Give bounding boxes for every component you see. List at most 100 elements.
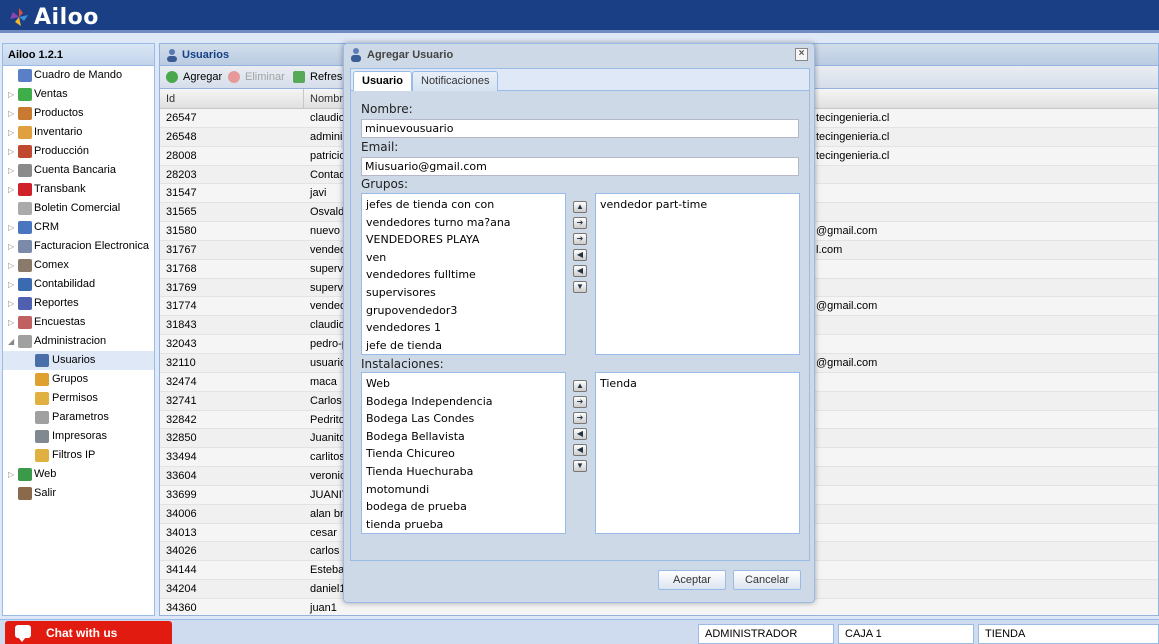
sidebar-item-administracion[interactable]: ◢ Administracion xyxy=(3,332,154,351)
expand-arrow-icon[interactable]: ▷ xyxy=(8,85,14,104)
sidebar-item-transbank[interactable]: ▷ Transbank xyxy=(3,180,154,199)
expand-arrow-icon[interactable]: ◢ xyxy=(8,332,14,351)
expand-arrow-icon[interactable]: ▷ xyxy=(8,218,14,237)
sidebar-item-label: CRM xyxy=(34,221,60,233)
sidebar-item-filtros-ip[interactable]: Filtros IP xyxy=(3,446,154,465)
sidebar-item-comex[interactable]: ▷ Comex xyxy=(3,256,154,275)
sidebar-item-ventas[interactable]: ▷ Ventas xyxy=(3,85,154,104)
remove-all-icon[interactable]: ◀ xyxy=(573,444,587,456)
add-all-icon[interactable]: ➔ xyxy=(573,412,587,424)
move-bottom-icon[interactable]: ▼ xyxy=(573,281,587,293)
sidebar-item-productos[interactable]: ▷ Productos xyxy=(3,104,154,123)
list-item[interactable]: Bodega Bellavista xyxy=(362,428,565,446)
expand-arrow-icon[interactable]: ▷ xyxy=(8,180,14,199)
list-item[interactable]: Tienda Huechuraba xyxy=(362,463,565,481)
instalaciones-move-buttons: ▲ ➔ ➔ ◀ ◀ ▼ xyxy=(573,380,587,476)
expand-arrow-icon[interactable]: ▷ xyxy=(8,256,14,275)
move-top-icon[interactable]: ▲ xyxy=(573,380,587,392)
sidebar-item-inventario[interactable]: ▷ Inventario xyxy=(3,123,154,142)
sidebar-item-salir[interactable]: Salir xyxy=(3,484,154,503)
close-button[interactable]: × xyxy=(795,48,808,61)
chat-widget[interactable]: Chat with us xyxy=(5,621,172,644)
list-item[interactable]: Bodega Las Condes xyxy=(362,410,565,428)
ailoo-logo[interactable]: Ailoo xyxy=(8,4,99,30)
sidebar-item-parametros[interactable]: Parametros xyxy=(3,408,154,427)
remove-icon[interactable]: ◀ xyxy=(573,249,587,261)
produccion-icon xyxy=(18,145,32,158)
sidebar-item-label: Filtros IP xyxy=(52,449,96,461)
dialog-title: Agregar Usuario xyxy=(367,49,454,61)
instalaciones-available-list[interactable]: Web Bodega Independencia Bodega Las Condes… xyxy=(361,372,566,534)
instalaciones-selected-list[interactable]: Tienda xyxy=(595,372,800,534)
tab-notificaciones[interactable]: Notificaciones xyxy=(412,71,499,92)
productos-icon xyxy=(18,107,32,120)
add-all-icon[interactable]: ➔ xyxy=(573,233,587,245)
instalaciones-label: Instalaciones: xyxy=(361,357,444,371)
move-top-icon[interactable]: ▲ xyxy=(573,201,587,213)
expand-arrow-icon[interactable]: ▷ xyxy=(8,142,14,161)
sidebar-item-label: Web xyxy=(34,468,57,480)
list-item[interactable]: vendedores 1 xyxy=(362,319,565,337)
list-item[interactable]: Tienda Chicureo xyxy=(362,445,565,463)
nombre-input[interactable]: minuevousuario xyxy=(361,119,799,138)
group-icon xyxy=(35,373,49,386)
sidebar-item-web[interactable]: ▷ Web xyxy=(3,465,154,484)
move-bottom-icon[interactable]: ▼ xyxy=(573,460,587,472)
nombre-label: Nombre: xyxy=(361,102,413,116)
dialog-titlebar[interactable]: Agregar Usuario × xyxy=(344,44,814,66)
expand-arrow-icon[interactable]: ▷ xyxy=(8,275,14,294)
sidebar-item-facturacion-electronica[interactable]: ▷ Facturacion Electronica xyxy=(3,237,154,256)
sidebar-item-label: Inventario xyxy=(34,126,83,138)
list-item[interactable]: VENDEDORES PLAYA xyxy=(362,231,565,249)
cancel-button[interactable]: Cancelar xyxy=(733,570,801,590)
expand-arrow-icon[interactable]: ▷ xyxy=(8,313,14,332)
list-item[interactable]: vendedores fulltime xyxy=(362,266,565,284)
list-item[interactable]: vendedor part-time xyxy=(596,196,799,214)
remove-all-icon[interactable]: ◀ xyxy=(573,265,587,277)
list-item[interactable]: vendedores turno ma?ana xyxy=(362,214,565,232)
sidebar-item-crm[interactable]: ▷ CRM xyxy=(3,218,154,237)
list-item[interactable]: Bodega Independencia xyxy=(362,393,565,411)
sidebar-item-cuadro-de-mando[interactable]: Cuadro de Mando xyxy=(3,66,154,85)
list-item[interactable]: jefes de tienda con con xyxy=(362,196,565,214)
accept-button[interactable]: Aceptar xyxy=(658,570,726,590)
sidebar-item-grupos[interactable]: Grupos xyxy=(3,370,154,389)
expand-arrow-icon[interactable]: ▷ xyxy=(8,161,14,180)
list-item[interactable]: supervisores xyxy=(362,284,565,302)
grupos-selected-list[interactable]: vendedor part-time xyxy=(595,193,800,355)
list-item[interactable]: motomundi xyxy=(362,481,565,499)
list-item[interactable]: tienda prueba xyxy=(362,516,565,533)
ventas-icon xyxy=(18,88,32,101)
expand-arrow-icon[interactable]: ▷ xyxy=(8,123,14,142)
sidebar-item-permisos[interactable]: Permisos xyxy=(3,389,154,408)
expand-arrow-icon[interactable]: ▷ xyxy=(8,104,14,123)
sidebar-item-label: Reportes xyxy=(34,297,79,309)
list-item[interactable]: bodega de prueba xyxy=(362,498,565,516)
list-item[interactable]: grupovendedor3 xyxy=(362,302,565,320)
logo-text: Ailoo xyxy=(34,4,99,30)
sidebar-item-contabilidad[interactable]: ▷ Contabilidad xyxy=(3,275,154,294)
grupos-available-list[interactable]: jefes de tienda con con vendedores turno … xyxy=(361,193,566,355)
expand-arrow-icon[interactable]: ▷ xyxy=(8,294,14,313)
list-item[interactable]: Tienda xyxy=(596,375,799,393)
sidebar-item-boletin-comercial[interactable]: Boletin Comercial xyxy=(3,199,154,218)
gear-icon xyxy=(18,335,32,348)
sidebar-item-producci-n[interactable]: ▷ Producción xyxy=(3,142,154,161)
sidebar-item-encuestas[interactable]: ▷ Encuestas xyxy=(3,313,154,332)
remove-icon[interactable]: ◀ xyxy=(573,428,587,440)
add-icon[interactable]: ➔ xyxy=(573,396,587,408)
sidebar-item-impresoras[interactable]: Impresoras xyxy=(3,427,154,446)
sidebar-item-label: Salir xyxy=(34,487,57,499)
sidebar-item-usuarios[interactable]: Usuarios xyxy=(3,351,154,370)
expand-arrow-icon[interactable]: ▷ xyxy=(8,465,14,484)
expand-arrow-icon[interactable]: ▷ xyxy=(8,237,14,256)
email-input[interactable]: Miusuario@gmail.com xyxy=(361,157,799,176)
list-item[interactable]: Web xyxy=(362,375,565,393)
sidebar-item-reportes[interactable]: ▷ Reportes xyxy=(3,294,154,313)
list-item[interactable]: jefe de tienda xyxy=(362,337,565,354)
list-item[interactable]: ven xyxy=(362,249,565,267)
tab-usuario[interactable]: Usuario xyxy=(353,71,412,93)
add-icon[interactable]: ➔ xyxy=(573,217,587,229)
sidebar-item-label: Grupos xyxy=(52,373,89,385)
sidebar-item-cuenta-bancaria[interactable]: ▷ Cuenta Bancaria xyxy=(3,161,154,180)
